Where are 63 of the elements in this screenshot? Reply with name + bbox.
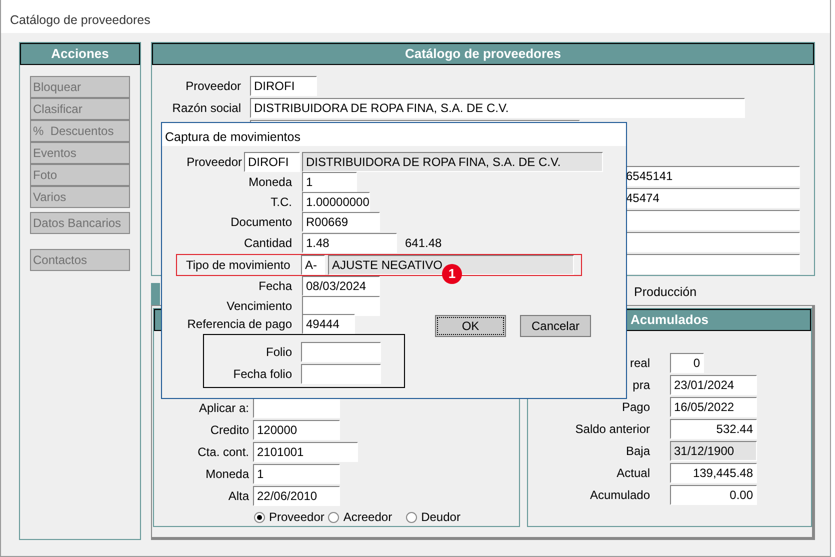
field-label: Fecha folio: [232, 366, 292, 383]
field-label: Aplicar a:: [198, 400, 249, 417]
dialog-title: Captura de movimientos: [162, 123, 626, 146]
dialog-button[interactable]: Cancelar: [520, 315, 591, 337]
field-label: Alta: [227, 488, 249, 505]
input-field[interactable]: 08/03/2024: [302, 276, 380, 296]
input-field[interactable]: DISTRIBUIDORA DE ROPA FINA, S.A. DE C.V.: [250, 98, 745, 118]
input-field[interactable]: DISTRIBUIDORA DE ROPA FINA, S.A. DE C.V.: [302, 152, 603, 172]
input-field[interactable]: 16/05/2022: [670, 397, 757, 417]
panel-header: Acciones: [20, 43, 140, 65]
field-label: Documento: [230, 214, 292, 231]
input-field[interactable]: 120000: [253, 420, 340, 440]
input-field[interactable]: [302, 296, 380, 316]
field-label: Vencimiento: [226, 298, 292, 315]
amount-text: 641.48: [405, 235, 442, 252]
input-field[interactable]: 49444: [302, 314, 355, 334]
field-label: Saldo anterior: [574, 421, 650, 438]
field-label: Actual: [616, 465, 650, 482]
input-field[interactable]: DIROFI: [244, 152, 300, 172]
input-field[interactable]: 1.00000000: [302, 192, 370, 212]
input-field[interactable]: A-: [301, 255, 325, 275]
input-field[interactable]: 1: [253, 464, 340, 484]
input-field[interactable]: [301, 342, 381, 362]
input-field[interactable]: DIROFI: [250, 76, 317, 96]
field-label: Pago: [620, 399, 650, 416]
input-field[interactable]: R00669: [302, 212, 380, 232]
input-field[interactable]: 1.48: [302, 233, 397, 253]
input-field[interactable]: 0: [670, 353, 704, 373]
field-label: Credito: [209, 422, 249, 439]
input-field[interactable]: 31/12/1900: [670, 441, 757, 461]
field-label: real: [628, 355, 650, 372]
input-field[interactable]: 0.00: [670, 485, 757, 505]
field-label: Tipo de movimiento: [185, 257, 292, 274]
tab[interactable]: Producción: [634, 283, 697, 305]
radio-option[interactable]: Deudor: [406, 508, 460, 526]
field-label: Fecha: [258, 278, 292, 295]
field-label: Baja: [624, 443, 650, 460]
field-label: T.C.: [270, 194, 292, 211]
radio-option[interactable]: Acreedor: [328, 508, 392, 526]
field-label: pra: [632, 377, 650, 394]
input-field[interactable]: [253, 398, 340, 418]
input-field[interactable]: 22/06/2010: [253, 486, 340, 506]
field-label: Referencia de pago: [186, 316, 292, 333]
input-field[interactable]: [301, 364, 381, 384]
field-label: Cta. cont.: [196, 444, 249, 461]
field-label: Folio: [264, 344, 292, 361]
field-label: Razón social: [171, 100, 241, 117]
input-field[interactable]: 532.44: [670, 419, 757, 439]
window-title: Catálogo de proveedores: [1, 0, 830, 33]
panel-header: Catálogo de proveedores: [152, 43, 814, 65]
input-field[interactable]: 23/01/2024: [670, 375, 757, 395]
field-label: Acumulado: [588, 487, 650, 504]
field-label: Cantidad: [242, 235, 292, 252]
input-field[interactable]: 139,445.48: [670, 463, 757, 483]
input-field[interactable]: 1: [302, 172, 357, 192]
field-label: Moneda: [204, 466, 249, 483]
field-label: Proveedor: [184, 78, 241, 95]
field-label: Proveedor: [186, 154, 242, 171]
dialog-button[interactable]: OK: [435, 315, 506, 337]
field-label: Moneda: [248, 174, 292, 191]
input-field[interactable]: 2101001: [253, 442, 358, 462]
step-badge: 1: [442, 264, 462, 284]
radio-option[interactable]: Proveedor: [254, 508, 324, 526]
